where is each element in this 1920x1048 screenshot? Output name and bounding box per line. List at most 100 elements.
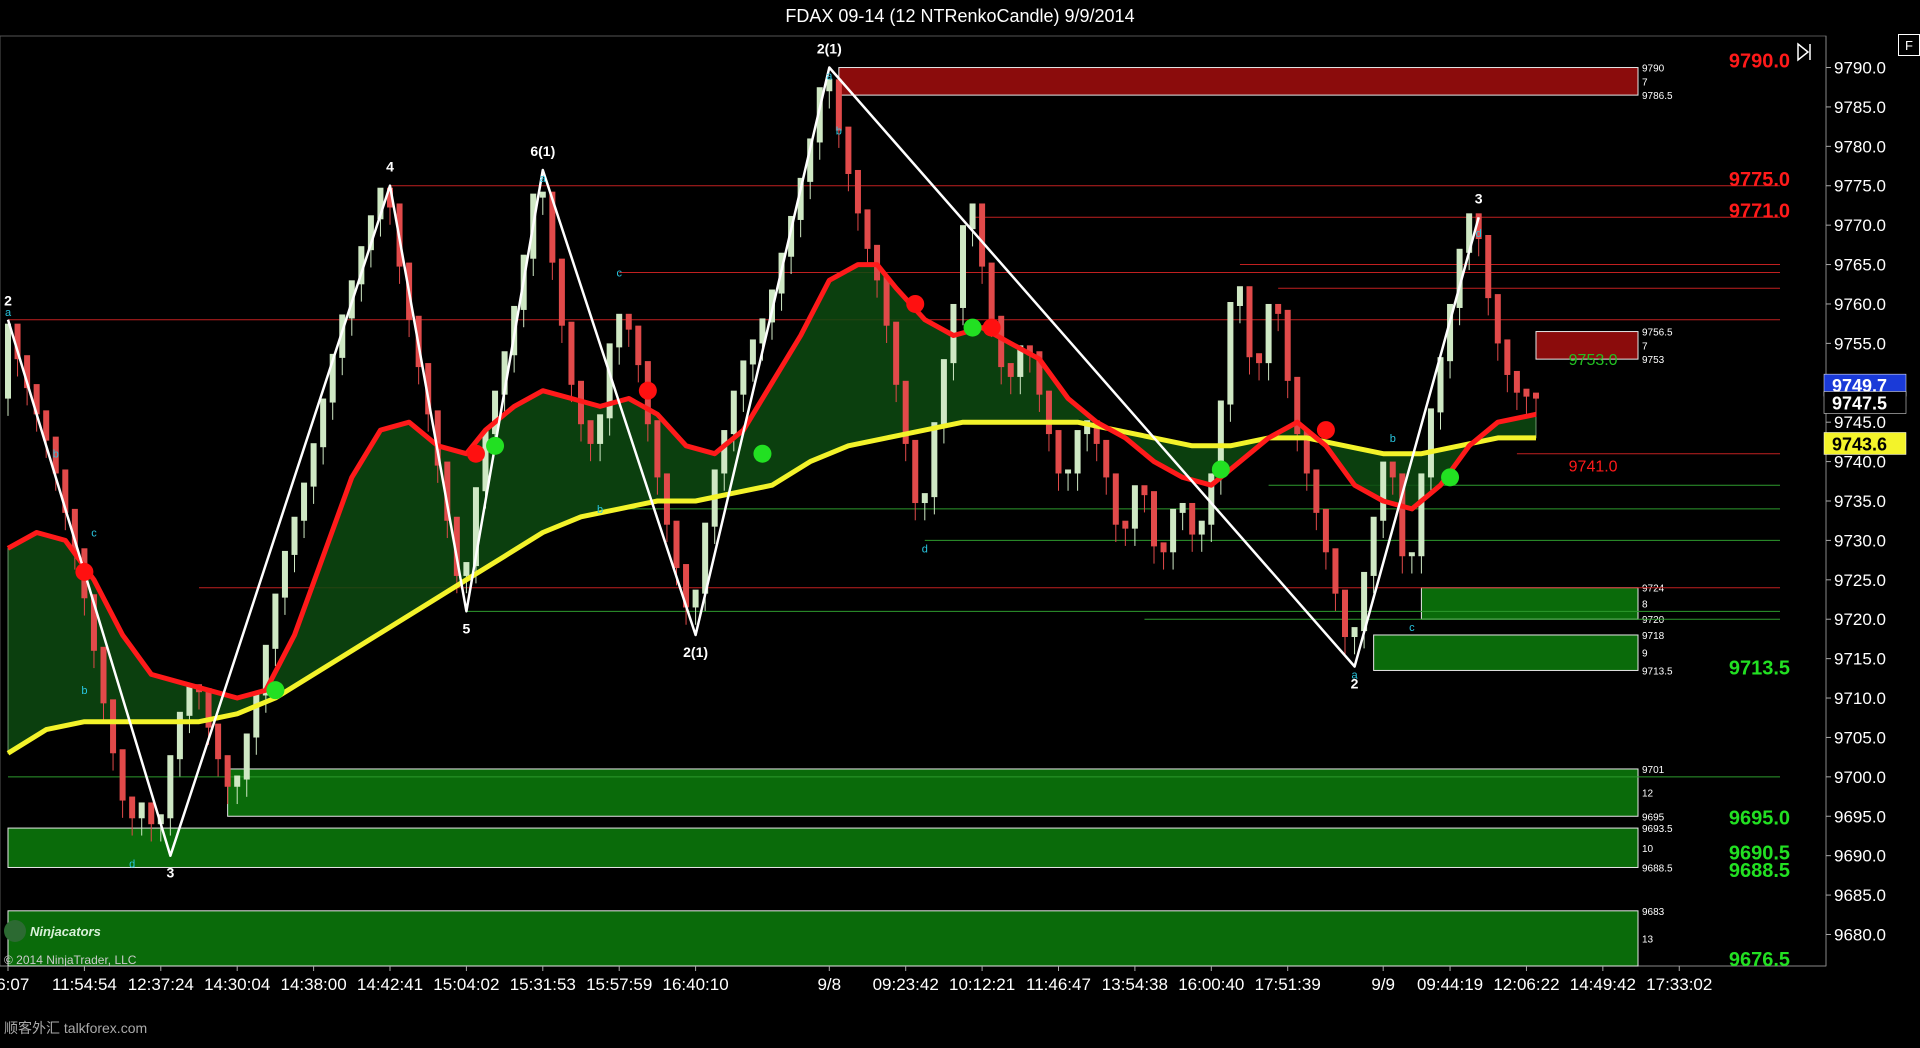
zone-supply <box>838 67 1639 96</box>
wave-label: 2(1) <box>683 644 708 660</box>
renko-candle <box>931 422 938 498</box>
level-price-label: 9775.0 <box>1729 169 1790 191</box>
y-tick-label: 9735.0 <box>1834 492 1886 511</box>
y-tick-label: 9755.0 <box>1834 334 1886 353</box>
sell-signal-dot <box>906 294 925 313</box>
buy-signal-dot <box>753 444 772 463</box>
buy-signal-dot <box>486 436 505 455</box>
y-tick-label: 9745.0 <box>1834 413 1886 432</box>
renko-candle <box>1332 548 1339 594</box>
x-tick-label: 9/8 <box>817 975 841 994</box>
renko-candle <box>1389 461 1396 478</box>
y-tick-label: 9780.0 <box>1834 137 1886 156</box>
renko-candle <box>176 711 183 760</box>
inline-price-label: 9753.0 <box>1569 352 1618 369</box>
y-tick-label: 9705.0 <box>1834 728 1886 747</box>
y-tick-label: 9690.0 <box>1834 847 1886 866</box>
y-tick-label: 9700.0 <box>1834 768 1886 787</box>
zone-label: 10 <box>1642 844 1654 855</box>
renko-candle <box>587 420 594 444</box>
zone-label: 7 <box>1642 341 1648 352</box>
renko-candle <box>186 684 193 716</box>
renko-candle <box>730 390 737 435</box>
fib-label: c <box>616 267 622 279</box>
zone-demand <box>1420 587 1639 620</box>
zone-label: 9701 <box>1642 765 1665 776</box>
wave-label: 2(1) <box>817 41 842 57</box>
renko-candle <box>1131 485 1138 529</box>
sell-signal-dot <box>75 562 94 581</box>
renko-candle <box>749 339 756 365</box>
renko-candle <box>558 258 565 326</box>
renko-candle <box>5 323 11 399</box>
renko-candle <box>979 203 986 267</box>
zone-label: 13 <box>1642 934 1654 945</box>
fib-label: a <box>826 70 833 82</box>
zone-demand <box>7 827 1639 868</box>
renko-candle <box>243 733 250 780</box>
y-tick-label: 9680.0 <box>1834 925 1886 944</box>
zone-label: 8 <box>1642 599 1648 610</box>
renko-candle <box>1380 461 1387 521</box>
renko-candle <box>1227 301 1234 405</box>
fib-label: a <box>5 307 12 319</box>
y-tick-label: 9685.0 <box>1834 886 1886 905</box>
x-tick-label: 17:51:39 <box>1255 975 1321 994</box>
renko-candle <box>1370 516 1377 576</box>
x-tick-label: 14:30:04 <box>204 975 270 994</box>
renko-candle <box>1151 491 1157 547</box>
renko-candle <box>940 359 947 427</box>
x-tick-label: 36:07 <box>0 975 29 994</box>
x-tick-label: 10:12:21 <box>949 975 1015 994</box>
wave-label: 3 <box>1475 190 1483 206</box>
fib-label: b <box>81 685 87 697</box>
y-tick-label: 9730.0 <box>1834 531 1886 550</box>
x-tick-label: 11:54:54 <box>52 975 117 994</box>
renko-candle <box>1494 294 1501 344</box>
level-price-label: 9713.5 <box>1729 658 1790 680</box>
renko-candle <box>883 276 890 326</box>
level-price-label: 9695.0 <box>1729 807 1790 829</box>
renko-candle <box>673 520 680 569</box>
x-tick-label: 15:04:02 <box>433 975 499 994</box>
renko-candle <box>1418 473 1425 557</box>
zone-demand <box>1373 634 1639 671</box>
x-tick-label: 16:00:40 <box>1178 975 1244 994</box>
renko-candle <box>1045 390 1052 435</box>
buy-signal-dot <box>963 318 982 337</box>
renko-candle <box>1504 339 1511 375</box>
renko-candle <box>1055 430 1062 474</box>
zone-demand <box>227 768 1639 817</box>
renko-candle <box>597 414 604 444</box>
x-tick-label: 15:31:53 <box>510 975 576 994</box>
y-tick-label: 9765.0 <box>1834 256 1886 275</box>
renko-candle <box>1313 469 1320 513</box>
renko-candle <box>272 593 279 649</box>
renko-candle <box>1007 363 1014 377</box>
y-tick-label: 9785.0 <box>1834 98 1886 117</box>
zone-label: 9693.5 <box>1642 824 1673 835</box>
renko-candle <box>568 321 575 385</box>
renko-candle <box>215 723 222 760</box>
x-tick-label: 12:37:24 <box>128 975 194 994</box>
renko-candle <box>110 699 117 754</box>
scroll-end-icon <box>1797 42 1811 62</box>
renko-candle <box>148 802 155 825</box>
renko-candle <box>960 225 966 308</box>
renko-candle <box>1236 286 1243 306</box>
renko-candle <box>1427 408 1434 478</box>
renko-candle <box>1284 309 1291 381</box>
renko-candle <box>1408 552 1415 557</box>
renko-candle <box>912 439 919 504</box>
price-tag-text: 9743.6 <box>1832 434 1887 454</box>
price-chart[interactable]: 9790 7 9786.5 9756.5 7 9753 9724 8 9720 9718 9 9713… <box>0 0 1920 1048</box>
x-tick-label: 14:42:41 <box>357 975 423 994</box>
renko-candle <box>310 443 317 487</box>
zone-label: 9713.5 <box>1642 666 1673 677</box>
renko-candle <box>1265 303 1272 364</box>
zone-label: 9 <box>1642 649 1648 660</box>
renko-candle <box>253 691 260 738</box>
renko-candle <box>740 360 747 395</box>
renko-candle <box>301 482 308 521</box>
renko-candle <box>291 516 298 555</box>
